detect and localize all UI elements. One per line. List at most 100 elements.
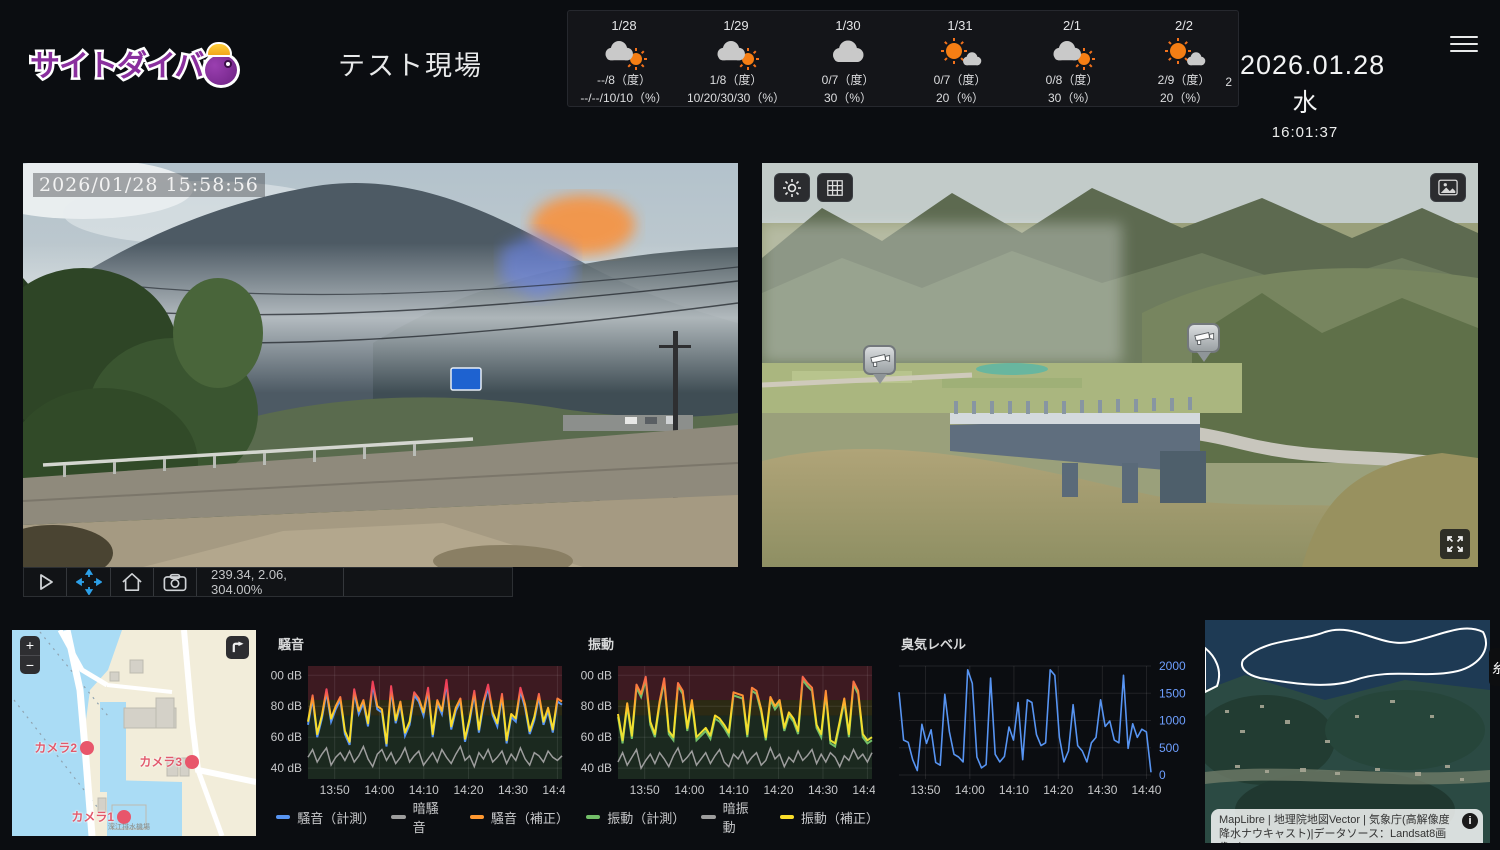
current-weekday: 水 [1240,83,1370,119]
svg-text:1000: 1000 [1159,714,1186,728]
cloud-sun-icon [1049,35,1095,70]
weather-day: 2/2 2/9（度） 20（%） [1128,11,1239,106]
svg-text:13:50: 13:50 [910,783,940,797]
weather-temperature: 0/8（度） [1046,71,1099,88]
cloud-sun-icon [601,35,647,70]
dashboard: サイトダイバー テスト現場 1/28 --/8（度） --/--/10/10（%… [0,0,1500,850]
svg-text:14:30: 14:30 [498,783,528,797]
svg-text:14:00: 14:00 [674,783,704,797]
attribution-info-icon[interactable]: i [1462,813,1478,829]
svg-text:100 dB: 100 dB [270,668,302,682]
legend-item[interactable]: 振動（補正） [780,798,875,836]
grid-icon [826,179,844,197]
svg-text:500: 500 [1159,741,1179,755]
weather-temperature: 2/9（度） [1158,71,1211,88]
svg-text:100 dB: 100 dB [580,668,612,682]
map-place-label: 深江排水機場 [108,822,150,832]
zoom-in-button[interactable]: + [20,636,40,656]
weather-next-clipped: 2 [1225,75,1232,89]
terrain-3d-view[interactable] [762,163,1478,567]
weather-date: 2/1 [1063,18,1081,33]
svg-text:14:00: 14:00 [955,783,985,797]
noise-chart[interactable]: 40 dB60 dB80 dB100 dB13:5014:0014:1014:2… [270,656,565,798]
weather-day: 1/29 1/8（度） 10/20/30/30（%） [680,11,792,106]
weather-forecast-panel: 1/28 --/8（度） --/--/10/10（%） 1/29 1/8（度） … [567,10,1239,107]
weather-date: 1/31 [947,18,972,33]
weather-rain-probability: 20（%） [1160,89,1208,106]
odor-chart[interactable]: 050010001500200013:5014:0014:1014:2014:3… [893,656,1193,798]
weather-rain-probability: 10/20/30/30（%） [687,89,785,106]
weather-temperature: 0/7（度） [822,71,875,88]
legend-item[interactable]: 振動（計測） [586,798,681,836]
svg-text:2000: 2000 [1159,659,1186,673]
svg-text:14:40: 14:40 [1131,783,1161,797]
map-camera-marker[interactable] [185,755,199,769]
lighting-toggle-button[interactable] [774,173,810,202]
svg-text:14:30: 14:30 [1087,783,1117,797]
odor-chart-panel: 臭気レベル 050010001500200013:5014:0014:1014:… [893,628,1193,820]
map-camera-marker[interactable] [80,741,94,755]
play-button[interactable] [24,568,67,596]
basemap-image-button[interactable] [1430,173,1466,202]
weather-rain-probability: 30（%） [1048,89,1096,106]
legend-item[interactable]: 騒音（計測） [276,798,371,836]
map-corner-button[interactable] [226,636,249,659]
weather-day: 1/31 0/7（度） 20（%） [904,11,1016,106]
home-position-button[interactable] [111,568,154,596]
svg-text:14:00: 14:00 [364,783,394,797]
weather-temperature: 0/7（度） [934,71,987,88]
vibration-chart[interactable]: 40 dB60 dB80 dB100 dB13:5014:0014:1014:2… [580,656,875,798]
svg-text:14:10: 14:10 [409,783,439,797]
map-camera-label: カメラ3 [139,753,182,770]
zoom-out-button[interactable]: − [20,656,40,675]
svg-text:13:50: 13:50 [320,783,350,797]
svg-text:80 dB: 80 dB [271,699,302,713]
control-bar-spacer [344,568,512,596]
svg-text:14:20: 14:20 [764,783,794,797]
noise-chart-title: 騒音 [278,634,304,653]
menu-hamburger-icon[interactable] [1450,31,1478,55]
snapshot-button[interactable] [154,568,197,596]
pan-control-button[interactable] [67,568,111,596]
camera-marker-pin[interactable] [863,345,897,389]
play-icon [35,572,55,592]
weather-day: 1/30 0/7（度） 30（%） [792,11,904,106]
weather-date: 1/29 [723,18,748,33]
svg-text:14:20: 14:20 [454,783,484,797]
edge-drawer-tab[interactable]: 糸 [1489,648,1500,686]
svg-text:60 dB: 60 dB [581,730,612,744]
map-camera-label: カメラ2 [34,739,77,756]
page-title: テスト現場 [338,44,483,83]
vibration-legend: 振動（計測） 暗振動 振動（補正） [586,798,875,836]
cctv-icon [869,353,891,368]
satellite-map[interactable]: MapLibre | 地理院地図Vector | 気象庁(高解像度降水ナウキャス… [1205,620,1490,843]
svg-text:40 dB: 40 dB [581,761,612,775]
map-zoom-control: + − [20,636,40,674]
snapshot-camera-icon [163,573,187,592]
site-map[interactable]: + − カメラ2カメラ3カメラ1 深江排水機場 [12,630,256,836]
legend-item[interactable]: 騒音（補正） [470,798,565,836]
live-camera-view[interactable]: 2026/01/28 15:58:56 [23,163,738,567]
map-attribution: MapLibre | 地理院地図Vector | 気象庁(高解像度降水ナウキャス… [1211,809,1483,843]
legend-item[interactable]: 暗騒音 [391,798,449,836]
svg-text:1500: 1500 [1159,686,1186,700]
image-icon [1438,179,1458,196]
weather-rain-probability: --/--/10/10（%） [580,89,667,106]
fullscreen-button[interactable] [1440,529,1470,559]
svg-text:80 dB: 80 dB [581,699,612,713]
sun-cloud-icon [1161,35,1207,70]
logo-mascot-icon [198,42,242,88]
vibration-chart-title: 振動 [588,634,614,653]
grid-toggle-button[interactable] [817,173,853,202]
camera-marker-pin[interactable] [1187,323,1221,367]
svg-text:14:20: 14:20 [1043,783,1073,797]
svg-text:13:50: 13:50 [630,783,660,797]
weather-date: 2/2 [1175,18,1193,33]
cctv-icon [1193,331,1215,346]
svg-text:14:40: 14:40 [852,783,875,797]
pan-arrows-icon [76,569,102,595]
home-icon [121,572,143,592]
svg-text:40 dB: 40 dB [271,761,302,775]
legend-item[interactable]: 暗振動 [701,798,759,836]
app-logo[interactable]: サイトダイバー [28,36,278,94]
